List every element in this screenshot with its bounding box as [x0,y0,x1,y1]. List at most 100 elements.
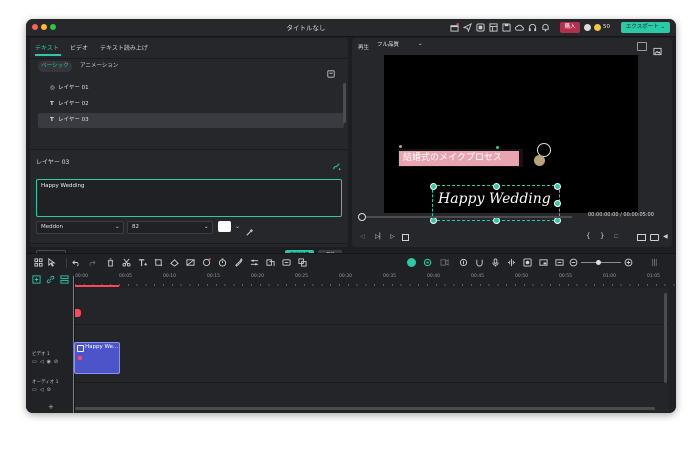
undo-icon[interactable] [72,258,81,267]
group-icon[interactable] [298,258,307,267]
mark-in-icon[interactable]: { [586,232,590,240]
select-tool-icon[interactable] [47,258,56,267]
playhead-line[interactable] [73,276,74,413]
volume-icon[interactable]: ◀ [663,233,668,240]
send-icon[interactable] [463,23,472,32]
color-chevron-down-icon[interactable]: ⌄ [235,221,240,232]
resize-handle-bottom[interactable] [493,217,500,224]
playhead-marker[interactable] [75,309,81,317]
resize-handle-right[interactable] [554,200,561,207]
layer-row-02[interactable]: T レイヤー 02 [38,97,344,112]
picture-in-picture-icon[interactable] [539,258,548,267]
render-preview-icon[interactable]: ⊏ [614,233,619,240]
rotate-handle[interactable] [496,146,499,149]
split-scissors-icon[interactable] [122,258,131,267]
link-icon[interactable] [46,275,55,284]
text-content-input[interactable]: Happy Wedding [36,179,342,217]
quality-select[interactable]: フル品質 ⌄ [374,41,424,50]
media-icon[interactable] [476,23,485,32]
audio-mix-icon[interactable] [282,258,291,267]
buy-button[interactable]: 購入 [560,22,580,33]
tab-text[interactable]: テキスト [35,43,59,52]
delete-icon[interactable] [106,258,115,267]
transition-icon[interactable] [266,258,275,267]
zoom-slider-track[interactable] [581,262,621,263]
grid-icon[interactable] [34,258,43,267]
redo-icon[interactable] [87,258,96,267]
multicam-icon[interactable] [440,258,449,267]
cloud-icon[interactable] [515,23,524,32]
track-area[interactable] [75,288,669,413]
previous-frame-icon[interactable]: ◁ [360,233,365,240]
fit-timeline-icon[interactable] [555,258,564,267]
crop-icon[interactable] [154,258,163,267]
snap-icon[interactable] [475,258,484,267]
brush-icon[interactable] [332,156,341,171]
avatar[interactable] [584,24,591,31]
play-icon[interactable]: ▷ [390,233,395,240]
clip-effect-icon[interactable] [523,258,532,267]
playback-progress-bar[interactable] [360,216,572,218]
video-track-controls[interactable]: ▭◁◉⊘ [32,359,61,365]
chevron-down-icon: ⌄ [418,41,423,47]
marker-icon[interactable] [459,258,468,267]
resize-handle-bottom-left[interactable] [430,217,437,224]
bell-icon[interactable] [541,23,550,32]
time-ruler[interactable]: 00:00 00:05 00:10 00:15 00:20 00:25 00:3… [75,272,676,287]
stop-icon[interactable] [402,234,409,241]
color-fill-icon[interactable] [170,258,179,267]
headset-icon[interactable] [528,23,537,32]
add-text-icon[interactable] [138,258,147,267]
green-screen-icon[interactable] [186,258,195,267]
resize-handle-top-right[interactable] [554,183,561,190]
save-preset-icon[interactable] [327,63,335,78]
playback-scrubber[interactable] [358,213,366,221]
eyedropper-icon[interactable] [245,222,254,236]
points-counter[interactable]: 50 [584,22,614,33]
play-pause-icon[interactable]: ▷▏ [375,233,384,240]
layout-icon[interactable] [489,23,498,32]
zoom-in-icon[interactable] [624,258,633,267]
effects-icon[interactable] [423,258,432,267]
snapshot-image-icon[interactable] [653,41,662,56]
zoom-slider-thumb[interactable] [596,260,601,265]
audio-track-controls[interactable]: ▭◁⊘ [32,387,54,393]
timeline-horizontal-scrollbar[interactable] [75,407,655,410]
adjust-sliders-icon[interactable] [250,258,259,267]
font-size-select[interactable]: 82 ⌄ [127,221,213,234]
color-palette-icon[interactable] [234,258,243,267]
timeline-clip[interactable]: Happy We... [74,342,120,374]
monitor-icon[interactable] [637,234,646,241]
tab-text-to-speech[interactable]: テキスト読み上げ [100,43,148,52]
resize-handle-bottom-right[interactable] [554,217,561,224]
text-color-swatch[interactable] [218,221,231,232]
tab-video[interactable]: ビデオ [70,43,88,52]
compare-view-icon[interactable] [637,42,647,51]
ai-tools-icon[interactable] [202,258,211,267]
track-layout-icon[interactable] [60,275,69,284]
add-track-icon[interactable] [32,275,41,284]
camera-icon[interactable] [650,234,659,241]
auto-highlight-icon[interactable] [407,258,416,267]
layer-row-01[interactable]: ◎ レイヤー 01 [38,81,344,96]
more-options-icon[interactable] [650,258,659,267]
resize-handle-top[interactable] [493,183,500,190]
resize-handle-top-left[interactable] [430,183,437,190]
layer-list-scrollbar[interactable] [343,83,346,123]
layer-row-03[interactable]: T レイヤー 03 [38,113,344,128]
gift-icon[interactable] [450,23,459,32]
subtab-animation[interactable]: アニメーション [80,61,118,72]
audio-wave-icon[interactable] [507,258,516,267]
add-track-button[interactable]: + [48,403,54,411]
jp-caption-overlay[interactable]: 結婚式のメイクプロセス [399,151,519,166]
font-family-select[interactable]: Meddon ⌄ [36,221,124,234]
speed-timer-icon[interactable] [218,258,227,267]
zoom-out-icon[interactable] [569,258,578,267]
subtab-basic[interactable]: ベーシック [38,61,72,72]
video-canvas[interactable]: 結婚式のメイクプロセス Happy Wedding [384,55,638,224]
timeline-vertical-scrollbar[interactable] [664,293,667,383]
save-icon[interactable] [502,23,511,32]
voiceover-mic-icon[interactable] [491,258,500,267]
mark-out-icon[interactable]: } [600,232,604,240]
export-button[interactable]: エクスポート ⌄ [621,22,670,33]
